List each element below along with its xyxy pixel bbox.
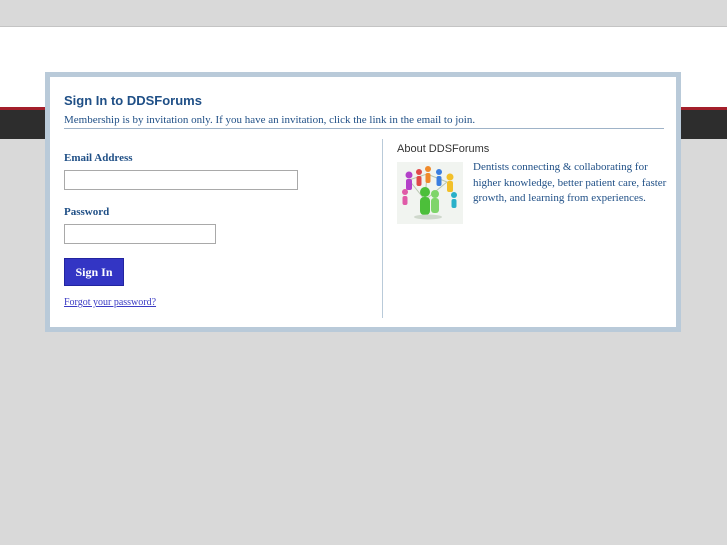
password-field[interactable] xyxy=(64,224,216,244)
email-field[interactable] xyxy=(64,170,298,190)
about-title: About DDSForums xyxy=(397,143,490,155)
title-divider xyxy=(64,128,664,129)
about-description: Dentists connecting & collaborating for … xyxy=(473,161,667,204)
forgot-password-link[interactable]: Forgot your password? xyxy=(64,297,156,308)
password-label: Password xyxy=(64,206,110,218)
dialog-title: Sign In to DDSForums xyxy=(64,93,202,108)
dialog-subtitle: Membership is by invitation only. If you… xyxy=(64,114,476,126)
people-network-icon xyxy=(397,162,463,224)
sign-in-dialog: Sign In to DDSForums Membership is by in… xyxy=(45,72,681,332)
email-label: Email Address xyxy=(64,152,133,164)
column-divider xyxy=(382,139,383,318)
sign-in-button[interactable]: Sign In xyxy=(64,258,124,286)
top-strip xyxy=(0,0,727,27)
